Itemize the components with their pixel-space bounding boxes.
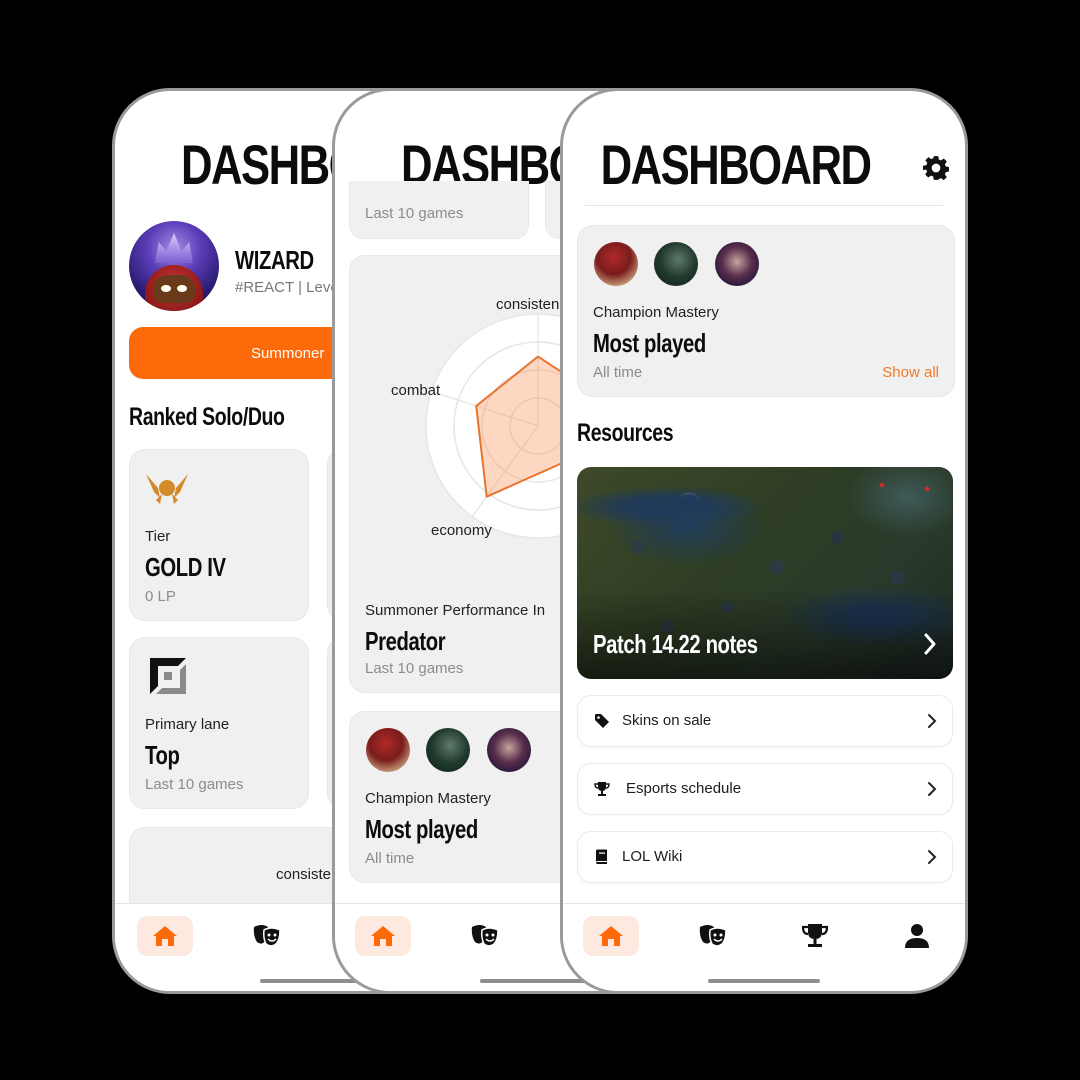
home-icon [153,926,177,946]
radar-axis-economy: economy [431,522,492,539]
gold-rank-wings-icon [146,474,188,504]
home-indicator [708,979,820,983]
masks-icon [471,925,499,947]
tier-value: GOLD IV [145,552,226,582]
chevron-right-icon [928,850,937,864]
page-title: DASHBOARD [600,133,872,196]
stat-card-top[interactable]: Last 10 games [349,181,529,239]
chevron-right-icon [928,782,937,796]
chevron-right-icon [924,633,936,655]
profile-avatar[interactable] [129,221,219,311]
tier-card[interactable]: Tier GOLD IV 0 LP [129,449,309,621]
mastery-sub: All time [593,364,643,381]
mastery-sub: All time [365,850,415,867]
patch-notes-title: Patch 14.22 notes [593,629,758,659]
book-icon [596,849,607,864]
champion-avatar[interactable] [715,242,759,286]
profile-name: WIZARD [235,245,314,275]
performance-sub: Last 10 games [365,660,464,677]
lane-label: Primary lane [145,716,230,733]
resource-label: Skins on sale [622,712,712,729]
header-divider [585,205,943,206]
trophy-icon [801,924,829,947]
phone-screen-3: DASHBOARD Champion Mastery Most played A… [560,88,968,994]
mastery-label: Champion Mastery [365,790,491,807]
resource-esports-schedule[interactable]: Esports schedule [577,763,953,815]
tier-label: Tier [145,528,171,545]
gear-icon[interactable] [923,155,949,181]
show-all-link[interactable]: Show all [882,364,939,381]
masks-icon [699,925,727,947]
resource-lol-wiki[interactable]: LOL Wiki [577,831,953,883]
mastery-card[interactable]: Champion Mastery Most played All time Sh… [577,225,955,397]
lane-sub: Last 10 games [145,776,244,793]
home-icon [371,926,395,946]
nav-home[interactable] [583,916,639,956]
mastery-value: Most played [593,328,706,358]
primary-lane-card[interactable]: Primary lane Top Last 10 games [129,637,309,809]
champion-avatar[interactable] [594,242,638,286]
user-icon [905,924,929,948]
profile-tag: #REACT | Leve [235,279,339,296]
top-lane-icon [150,658,186,694]
stat-card-sub: Last 10 games [365,205,464,222]
section-title-ranked: Ranked Solo/Duo [129,403,285,431]
champion-avatar[interactable] [366,728,410,772]
masks-icon [253,925,281,947]
resource-label: Esports schedule [626,780,742,797]
tier-lp: 0 LP [145,588,176,605]
trophy-icon [594,782,610,796]
bottom-nav [563,903,965,991]
mastery-label: Champion Mastery [593,304,719,321]
radar-axis-combat: combat [391,382,441,399]
radar-axis-label: consiste [276,866,332,883]
nav-champions[interactable] [685,916,741,956]
champion-avatar[interactable] [654,242,698,286]
lane-value: Top [145,740,180,770]
nav-champions[interactable] [457,916,513,956]
performance-label: Summoner Performance In [365,602,546,619]
mastery-value: Most played [365,814,478,844]
summoner-button-label: Summoner [251,344,325,362]
resource-skins-on-sale[interactable]: Skins on sale [577,695,953,747]
performance-value: Predator [365,626,446,656]
nav-esports[interactable] [787,916,843,956]
tag-icon [595,714,609,728]
radar-axis-consistency: consisten [496,296,560,313]
nav-champions[interactable] [239,916,295,956]
champion-avatar[interactable] [487,728,531,772]
nav-profile[interactable] [889,916,945,956]
patch-notes-card[interactable]: Patch 14.22 notes [577,467,953,679]
nav-home[interactable] [355,916,411,956]
nav-home[interactable] [137,916,193,956]
chevron-right-icon [928,714,937,728]
home-icon [599,926,623,946]
resource-label: LOL Wiki [622,848,683,865]
section-title-resources: Resources [577,419,674,447]
champion-avatar[interactable] [426,728,470,772]
